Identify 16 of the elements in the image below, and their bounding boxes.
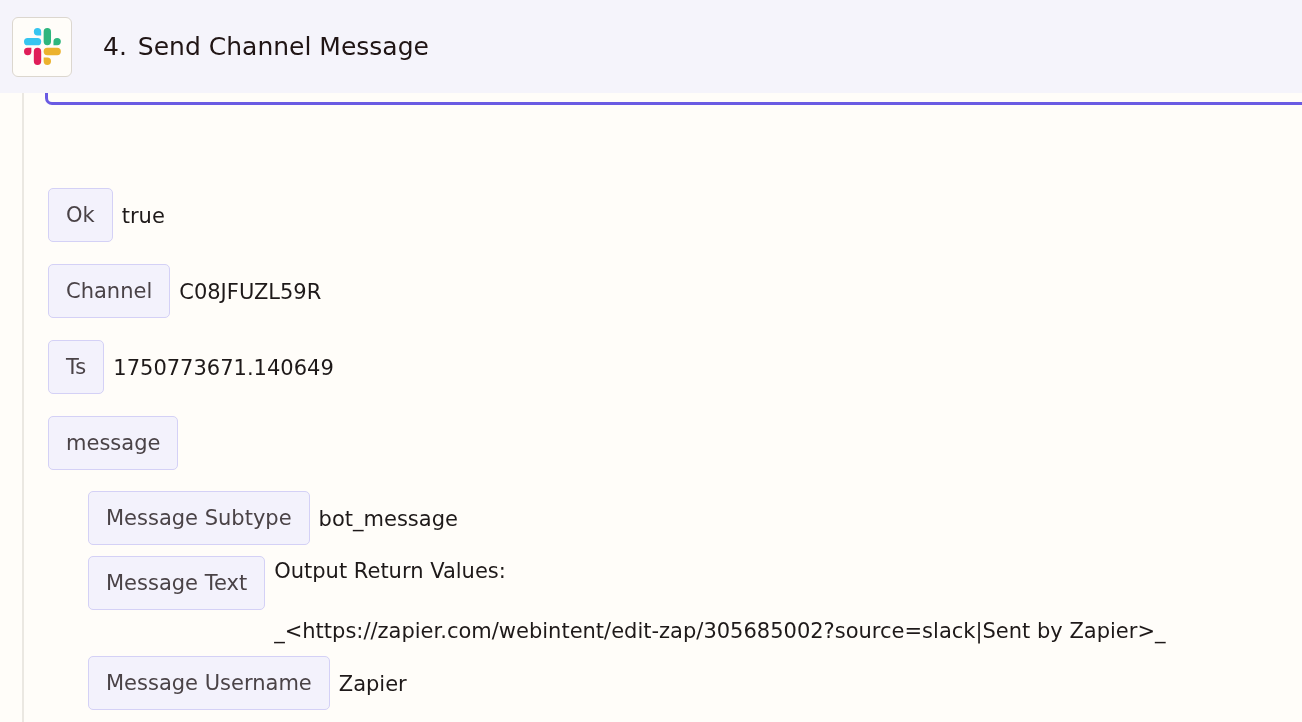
field-label: Message Username [88, 656, 330, 710]
field-value: true [121, 202, 165, 230]
field-value: bot_message [318, 505, 458, 534]
field-label: Ok [48, 188, 113, 242]
step-title: Send Channel Message [137, 32, 429, 61]
field-value: Output Return Values: _<https://zapier.com/webintent/edit-zap/305685002?source=slack|Sent by Zapier>_ [274, 558, 1166, 646]
field-label: Message Subtype [88, 491, 310, 545]
field-label: Channel [48, 264, 171, 318]
field-value: Zapier [338, 670, 407, 698]
field-label: message [48, 416, 179, 470]
field-value: C08JFUZL59R [179, 278, 322, 306]
field-label: Message Text [88, 556, 266, 610]
field-label: Ts [48, 340, 105, 394]
step-number: 4. [103, 32, 127, 61]
field-value: 1750773671.140649 [113, 354, 334, 382]
app-logo-icon [12, 16, 72, 77]
